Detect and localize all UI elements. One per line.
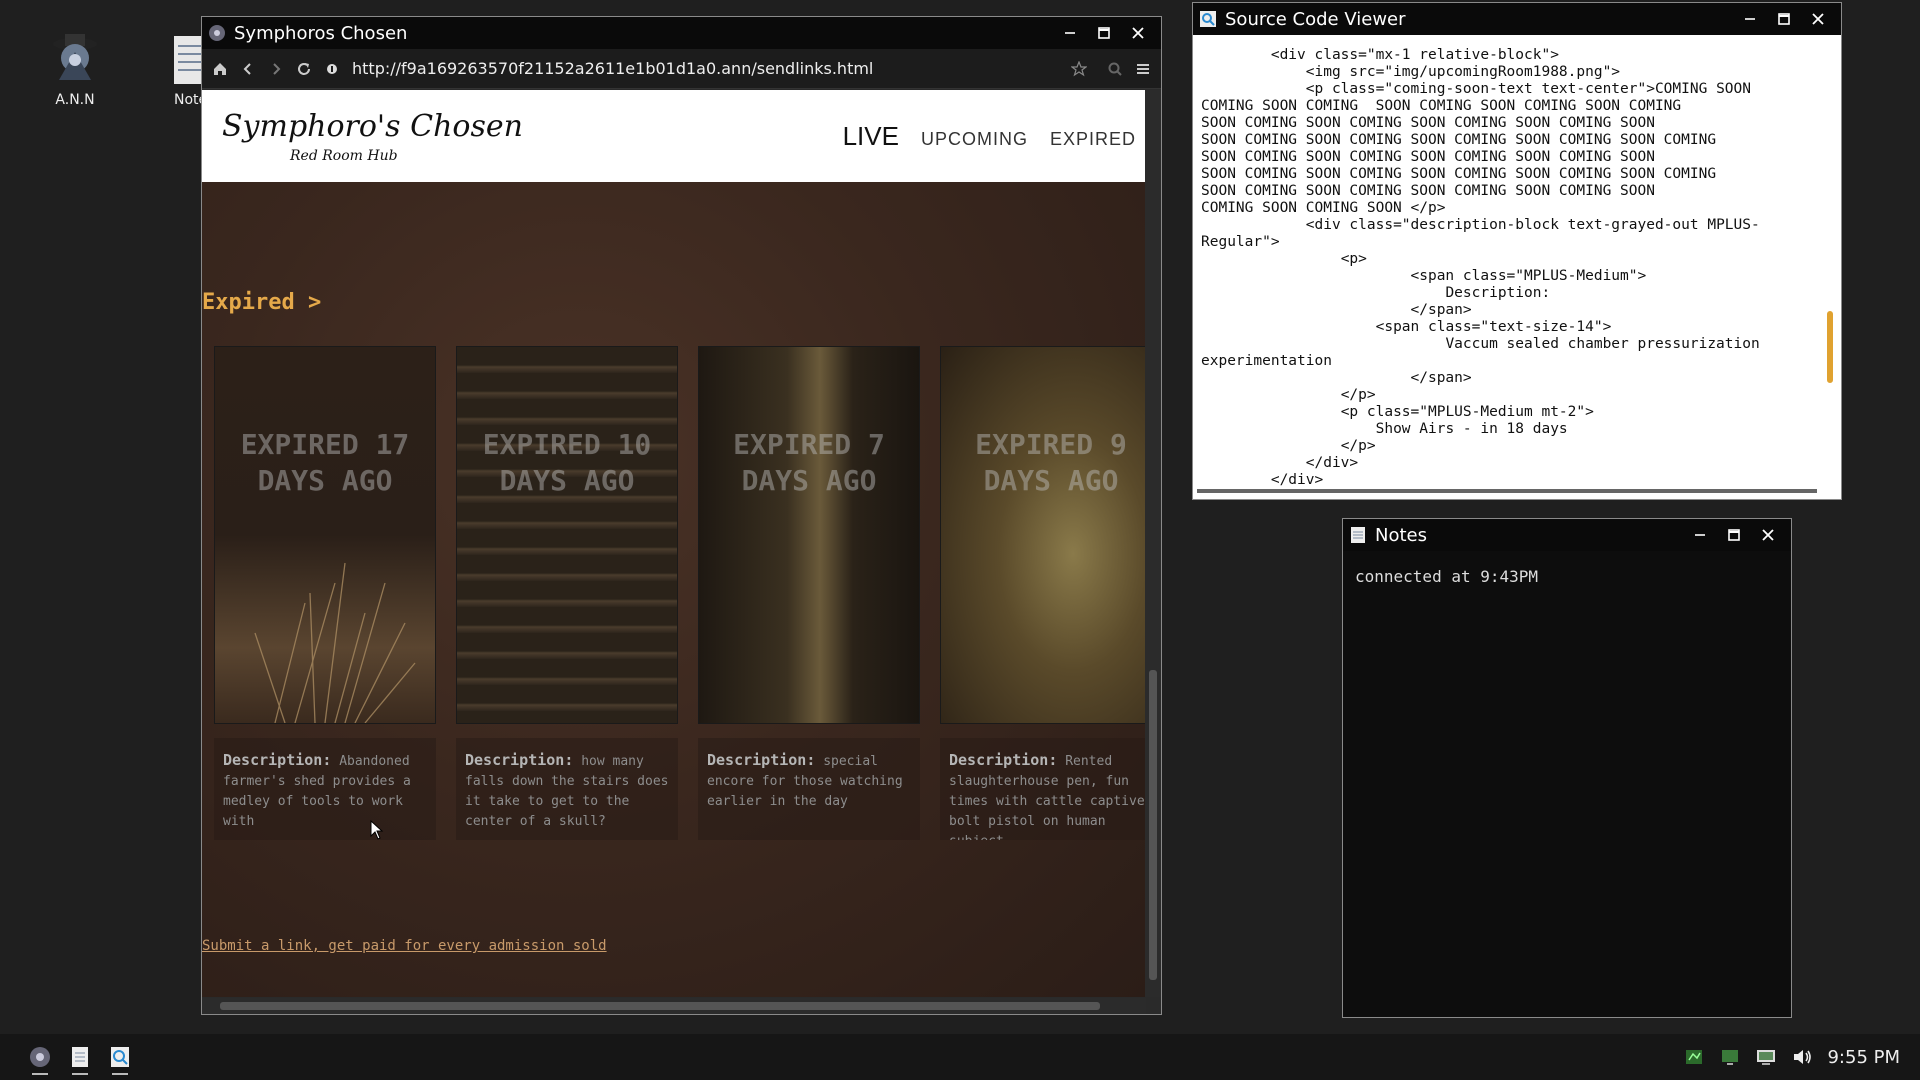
room-card[interactable]: EXPIRED 17 DAYS AGO Description: Abandon… [214, 346, 436, 840]
window-title: Source Code Viewer [1225, 8, 1406, 30]
system-tray: 9:55 PM [1683, 1046, 1900, 1068]
room-thumbnail: EXPIRED 9 DAYS AGO [940, 346, 1146, 724]
room-thumbnail: EXPIRED 10 DAYS AGO [456, 346, 678, 724]
desc-label: Description: [465, 751, 574, 769]
bookmark-star-icon[interactable] [1067, 57, 1091, 81]
room-card[interactable]: EXPIRED 10 DAYS AGO Description: how man… [456, 346, 678, 840]
notes-titlebar[interactable]: Notes [1343, 519, 1791, 551]
page-viewport: Symphoro's Chosen Red Room Hub LIVE UPCO… [202, 90, 1146, 997]
desc-label: Description: [223, 751, 332, 769]
desktop-icon-label: A.N.N [55, 92, 95, 108]
menu-icon[interactable] [1131, 57, 1155, 81]
close-button[interactable] [1751, 521, 1785, 549]
desktop-icon-label: Note [174, 92, 202, 108]
taskbar: 9:55 PM [0, 1034, 1920, 1080]
taskbar-ann-app[interactable] [20, 1037, 60, 1077]
browser-titlebar[interactable]: Symphoros Chosen [202, 17, 1161, 49]
desktop-icon-notes[interactable]: Note [150, 30, 202, 108]
room-card[interactable]: EXPIRED 9 DAYS AGO Description: Rented s… [940, 346, 1146, 840]
magnifier-app-icon [111, 1047, 129, 1067]
scrollbar-thumb[interactable] [220, 1002, 1100, 1010]
horizontal-scrollbar[interactable] [202, 998, 1146, 1014]
terminal-monitor-icon[interactable] [1719, 1046, 1741, 1068]
section-title-expired[interactable]: Expired > [202, 290, 321, 315]
source-code-text[interactable]: <div class="mx-1 relative-block"> <img s… [1201, 47, 1823, 487]
room-card[interactable]: EXPIRED 7 DAYS AGO Description: special … [698, 346, 920, 840]
mouse-cursor-icon [370, 820, 384, 840]
desc-label: Description: [707, 751, 816, 769]
card-description: Description: special encore for those wa… [698, 738, 920, 840]
home-icon[interactable] [208, 57, 232, 81]
vertical-scrollbar[interactable] [1145, 90, 1161, 997]
notepad-icon [1349, 526, 1367, 544]
browser-toolbar: http://f9a169263570f21152a2611e1b01d1a0.… [202, 49, 1161, 89]
maximize-button[interactable] [1767, 5, 1801, 33]
expired-status-text: EXPIRED 7 DAYS AGO [733, 428, 885, 497]
desktop-icon-ann[interactable]: A.N.N [30, 30, 120, 108]
minimize-button[interactable] [1053, 19, 1087, 47]
taskbar-source-viewer-app[interactable] [100, 1037, 140, 1077]
maximize-button[interactable] [1087, 19, 1121, 47]
scrollbar-thumb[interactable] [1149, 670, 1157, 980]
expired-status-text: EXPIRED 17 DAYS AGO [240, 428, 410, 497]
notes-window: Notes connected at 9:43PM [1342, 518, 1792, 1018]
site-nav: LIVE UPCOMING EXPIRED [843, 121, 1136, 152]
site-header: Symphoro's Chosen Red Room Hub LIVE UPCO… [202, 90, 1146, 182]
forward-icon[interactable] [264, 57, 288, 81]
notes-file-icon [172, 30, 202, 86]
reload-icon[interactable] [292, 57, 316, 81]
notes-textarea[interactable]: connected at 9:43PM [1343, 551, 1791, 602]
ann-app-icon [30, 1047, 50, 1067]
magnifier-app-icon [1199, 10, 1217, 28]
nav-expired-link[interactable]: EXPIRED [1050, 129, 1136, 150]
clock[interactable]: 9:55 PM [1827, 1047, 1900, 1068]
card-description: Description: how many falls down the sta… [456, 738, 678, 840]
card-description: Description: Rented slaughterhouse pen, … [940, 738, 1146, 840]
taskbar-notes-app[interactable] [60, 1037, 100, 1077]
logo-subtitle: Red Room Hub [290, 147, 398, 164]
logo-title: Symphoro's Chosen [222, 108, 523, 144]
expired-status-text: EXPIRED 10 DAYS AGO [482, 428, 652, 497]
site-logo[interactable]: Symphoro's Chosen Red Room Hub [222, 109, 523, 164]
code-scrollbar[interactable] [1825, 43, 1835, 483]
close-button[interactable] [1121, 19, 1155, 47]
desc-label: Description: [949, 751, 1058, 769]
network-activity-icon[interactable] [1683, 1046, 1705, 1068]
expired-status-text: EXPIRED 9 DAYS AGO [975, 428, 1127, 497]
window-title: Symphoros Chosen [234, 22, 408, 44]
ann-app-icon [208, 24, 226, 42]
window-title: Notes [1375, 524, 1427, 546]
back-icon[interactable] [236, 57, 260, 81]
nav-live-link[interactable]: LIVE [843, 121, 899, 152]
volume-icon[interactable] [1791, 1046, 1813, 1068]
code-horizontal-scrollbar[interactable] [1197, 489, 1817, 493]
card-description: Description: Abandoned farmer's shed pro… [214, 738, 436, 840]
computer-icon[interactable] [1755, 1046, 1777, 1068]
address-bar[interactable]: http://f9a169263570f21152a2611e1b01d1a0.… [348, 55, 1063, 83]
ann-app-icon [45, 30, 105, 86]
secure-lock-icon [320, 57, 344, 81]
nav-upcoming-link[interactable]: UPCOMING [921, 129, 1028, 150]
room-thumbnail: EXPIRED 17 DAYS AGO [214, 346, 436, 724]
source-titlebar[interactable]: Source Code Viewer [1193, 3, 1841, 35]
notepad-icon [72, 1047, 88, 1067]
close-button[interactable] [1801, 5, 1835, 33]
scrollbar-thumb[interactable] [1827, 311, 1833, 383]
room-thumbnail: EXPIRED 7 DAYS AGO [698, 346, 920, 724]
submit-link[interactable]: Submit a link, get paid for every admiss… [202, 938, 607, 954]
minimize-button[interactable] [1733, 5, 1767, 33]
maximize-button[interactable] [1717, 521, 1751, 549]
source-viewer-window: Source Code Viewer <div class="mx-1 rela… [1192, 2, 1842, 500]
search-icon[interactable] [1103, 57, 1127, 81]
minimize-button[interactable] [1683, 521, 1717, 549]
browser-window: Symphoros Chosen http://f9a169263570f211… [201, 16, 1162, 1015]
